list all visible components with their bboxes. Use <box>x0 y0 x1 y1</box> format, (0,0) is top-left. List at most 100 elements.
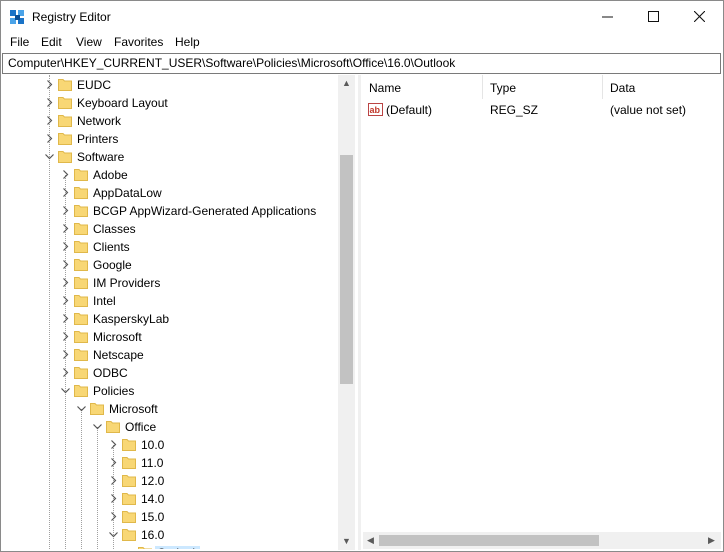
chevron-right-icon[interactable] <box>61 332 70 341</box>
chevron-right-icon[interactable] <box>45 98 54 107</box>
chevron-right-icon[interactable] <box>61 314 70 323</box>
tree-node-label: Intel <box>93 294 116 308</box>
tree-node[interactable]: Outlook <box>3 544 339 549</box>
tree-node[interactable]: KasperskyLab <box>3 310 339 328</box>
tree-node-label: Classes <box>93 222 136 236</box>
chevron-down-icon[interactable] <box>61 386 70 395</box>
scroll-down-arrow-icon[interactable]: ▼ <box>342 536 351 546</box>
tree-node[interactable]: Google <box>3 256 339 274</box>
chevron-down-icon[interactable] <box>93 422 102 431</box>
value-type: REG_SZ <box>490 103 539 117</box>
tree-scroll-thumb[interactable] <box>340 155 353 384</box>
tree-node[interactable]: 12.0 <box>3 472 339 490</box>
folder-icon <box>74 241 88 253</box>
tree-node[interactable]: BCGP AppWizard-Generated Applications <box>3 202 339 220</box>
tree-node-label: AppDataLow <box>93 186 162 200</box>
tree-node-label: Netscape <box>93 348 144 362</box>
tree-node[interactable]: Office <box>3 418 339 436</box>
column-header-label: Name <box>369 81 402 95</box>
column-header-type[interactable]: Type <box>482 75 603 99</box>
scroll-up-arrow-icon[interactable]: ▲ <box>342 78 351 88</box>
chevron-right-icon[interactable] <box>61 206 70 215</box>
tree-node[interactable]: Classes <box>3 220 339 238</box>
key-tree[interactable]: EUDC Keyboard Layout Network Printers Softwa… <box>3 75 356 549</box>
folder-icon <box>122 457 136 469</box>
chevron-right-icon[interactable] <box>45 134 54 143</box>
values-list[interactable]: Name Type Data ab (Default) REG_SZ (valu… <box>361 75 723 550</box>
menu-bar: File Edit View Favorites Help <box>1 32 723 52</box>
values-scroll-thumb[interactable] <box>379 535 599 546</box>
registry-editor-window: Registry Editor File Edit View Favorites… <box>0 0 724 552</box>
value-row[interactable]: ab (Default) REG_SZ (value not set) <box>361 101 723 119</box>
menu-help[interactable]: Help <box>175 35 200 49</box>
chevron-right-icon[interactable] <box>45 80 54 89</box>
string-value-icon: ab <box>368 103 383 116</box>
chevron-right-icon[interactable] <box>61 224 70 233</box>
chevron-right-icon[interactable] <box>61 350 70 359</box>
chevron-right-icon[interactable] <box>45 116 54 125</box>
scroll-right-arrow-icon[interactable]: ▶ <box>708 535 715 546</box>
tree-node[interactable]: 14.0 <box>3 490 339 508</box>
menu-view[interactable]: View <box>76 35 102 49</box>
chevron-right-icon[interactable] <box>61 260 70 269</box>
tree-node[interactable]: 10.0 <box>3 436 339 454</box>
tree-node-label: 11.0 <box>141 456 164 470</box>
chevron-right-icon[interactable] <box>109 458 118 467</box>
tree-node[interactable]: 15.0 <box>3 508 339 526</box>
tree-node[interactable]: Microsoft <box>3 400 339 418</box>
tree-node[interactable]: ODBC <box>3 364 339 382</box>
tree-node[interactable]: 11.0 <box>3 454 339 472</box>
address-path: Computer\HKEY_CURRENT_USER\Software\Poli… <box>8 56 456 70</box>
menu-edit[interactable]: Edit <box>41 35 62 49</box>
values-horizontal-scrollbar[interactable]: ◀ ▶ <box>363 532 721 549</box>
column-header-label: Data <box>610 81 636 95</box>
chevron-right-icon[interactable] <box>61 368 70 377</box>
chevron-right-icon[interactable] <box>109 494 118 503</box>
chevron-down-icon[interactable] <box>109 530 118 539</box>
menu-file[interactable]: File <box>10 35 29 49</box>
tree-node[interactable]: Software <box>3 148 339 166</box>
chevron-right-icon[interactable] <box>109 512 118 521</box>
chevron-right-icon[interactable] <box>109 476 118 485</box>
chevron-right-icon[interactable] <box>61 170 70 179</box>
chevron-right-icon[interactable] <box>61 188 70 197</box>
folder-icon <box>74 205 88 217</box>
chevron-right-icon[interactable] <box>109 440 118 449</box>
tree-node[interactable]: IM Providers <box>3 274 339 292</box>
tree-node-label: Keyboard Layout <box>77 96 168 110</box>
chevron-right-icon[interactable] <box>61 278 70 287</box>
minimize-button[interactable] <box>584 1 630 32</box>
tree-node[interactable]: EUDC <box>3 76 339 94</box>
tree-node[interactable]: Intel <box>3 292 339 310</box>
close-icon <box>693 11 705 22</box>
tree-node[interactable]: AppDataLow <box>3 184 339 202</box>
chevron-down-icon[interactable] <box>77 404 86 413</box>
tree-node-label: ODBC <box>93 366 128 380</box>
chevron-right-icon[interactable] <box>61 242 70 251</box>
tree-node-label: Software <box>77 150 125 164</box>
address-bar[interactable]: Computer\HKEY_CURRENT_USER\Software\Poli… <box>2 53 721 74</box>
tree-vertical-scrollbar[interactable]: ▲ ▼ <box>338 75 355 550</box>
tree-node[interactable]: Microsoft <box>3 328 339 346</box>
tree-node-label: KasperskyLab <box>93 312 170 326</box>
folder-open-icon <box>106 421 120 433</box>
tree-node[interactable]: Netscape <box>3 346 339 364</box>
tree-node[interactable]: Policies <box>3 382 339 400</box>
tree-node[interactable]: Printers <box>3 130 339 148</box>
menu-favorites[interactable]: Favorites <box>114 35 163 49</box>
tree-node[interactable]: Adobe <box>3 166 339 184</box>
maximize-button[interactable] <box>630 1 676 32</box>
folder-icon <box>74 331 88 343</box>
close-button[interactable] <box>676 1 722 32</box>
chevron-down-icon[interactable] <box>45 152 54 161</box>
tree-node-label: Adobe <box>93 168 128 182</box>
tree-node[interactable]: Clients <box>3 238 339 256</box>
tree-node[interactable]: Network <box>3 112 339 130</box>
column-header-data[interactable]: Data <box>602 75 722 99</box>
scroll-left-arrow-icon[interactable]: ◀ <box>367 535 374 546</box>
folder-icon <box>74 187 88 199</box>
column-header-name[interactable]: Name <box>361 75 483 99</box>
chevron-right-icon[interactable] <box>61 296 70 305</box>
tree-node[interactable]: Keyboard Layout <box>3 94 339 112</box>
tree-node[interactable]: 16.0 <box>3 526 339 544</box>
